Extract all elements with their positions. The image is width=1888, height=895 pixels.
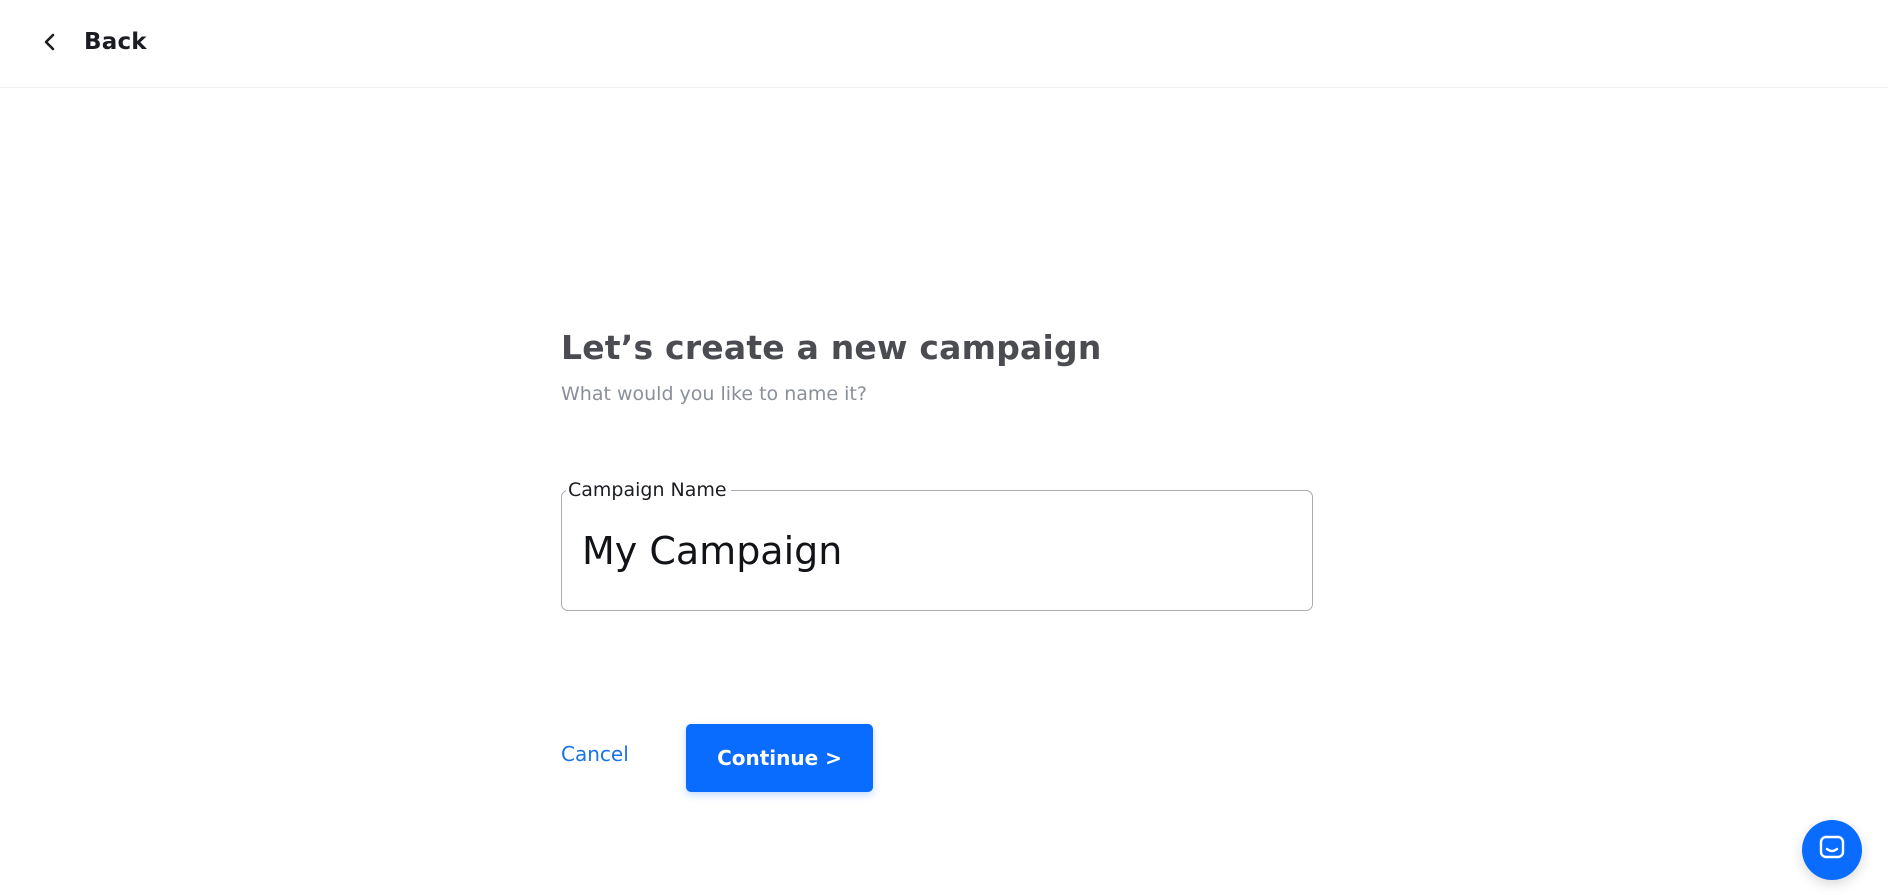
- campaign-form: Let’s create a new campaign What would y…: [561, 325, 1313, 792]
- top-bar: Back: [0, 0, 1888, 88]
- campaign-create-page: Back Let’s create a new campaign What wo…: [0, 0, 1888, 895]
- page-title: Let’s create a new campaign: [561, 328, 1102, 367]
- continue-button[interactable]: Continue >: [686, 724, 873, 792]
- back-label: Back: [84, 29, 147, 55]
- chevron-left-icon: [38, 30, 62, 54]
- campaign-name-input[interactable]: [582, 525, 1282, 577]
- chat-launcher-button[interactable]: [1802, 820, 1862, 880]
- back-button[interactable]: Back: [38, 22, 147, 62]
- page-subtitle: What would you like to name it?: [561, 383, 867, 405]
- campaign-name-label: Campaign Name: [566, 478, 731, 502]
- cancel-link[interactable]: Cancel: [561, 742, 629, 766]
- campaign-name-field: Campaign Name: [561, 478, 1313, 611]
- form-actions: Cancel Continue >: [561, 724, 1313, 794]
- chat-icon: [1818, 834, 1846, 867]
